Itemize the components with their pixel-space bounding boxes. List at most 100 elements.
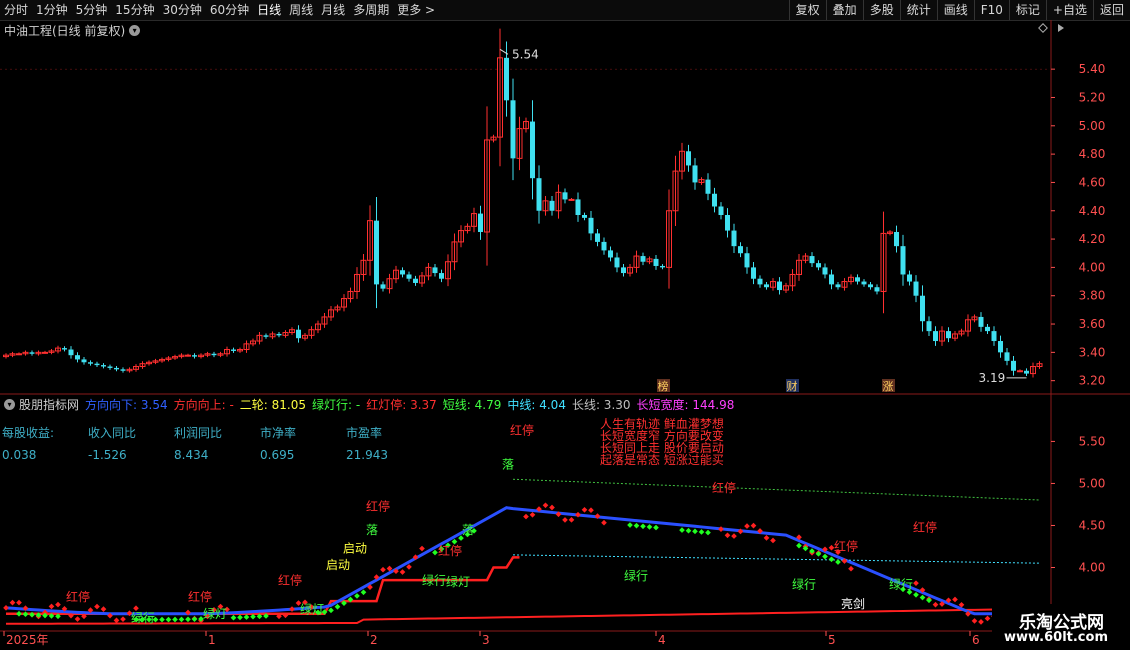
candle-body[interactable] [868, 284, 873, 288]
candle-body[interactable] [510, 100, 516, 159]
candle-body[interactable] [686, 151, 691, 166]
diamond-icon[interactable] [1038, 23, 1048, 33]
red-signal-dot [575, 511, 581, 518]
candle-body[interactable] [913, 281, 919, 296]
candle-body[interactable] [608, 250, 613, 258]
candle-body[interactable] [231, 349, 236, 351]
candle-body[interactable] [562, 192, 568, 200]
candle-body[interactable] [978, 316, 984, 327]
candle-body[interactable] [601, 241, 607, 251]
candle-body[interactable] [101, 365, 106, 367]
candle-body[interactable] [530, 121, 535, 179]
candle-body[interactable] [855, 277, 860, 282]
candle-body[interactable] [907, 274, 912, 282]
candle-body[interactable] [816, 263, 821, 268]
candle-body[interactable] [744, 253, 750, 268]
candle-body[interactable] [595, 233, 600, 242]
candle-body[interactable] [861, 281, 867, 285]
candle-body[interactable] [406, 274, 412, 279]
candle-body[interactable] [374, 220, 379, 285]
candle-body[interactable] [413, 278, 418, 283]
candle-body[interactable] [1004, 352, 1010, 361]
indicator-param-4: 红灯停: 3.37 [366, 398, 437, 412]
candle-body[interactable] [62, 348, 67, 350]
candle-body[interactable] [712, 193, 717, 207]
candle-body[interactable] [621, 267, 626, 274]
signal-label: 亮剑 [841, 596, 865, 611]
indicator-name[interactable]: 股朋指标网 [19, 396, 79, 413]
candle-body[interactable] [757, 278, 763, 285]
candle-body[interactable] [588, 217, 594, 234]
candle-body[interactable] [998, 341, 1003, 353]
candle-body[interactable] [439, 273, 444, 279]
candle-body[interactable] [192, 355, 197, 357]
chevron-down-icon[interactable]: ▾ [4, 399, 15, 410]
candle-body[interactable] [835, 284, 841, 288]
candle-body[interactable] [568, 198, 575, 201]
candle-body[interactable] [504, 57, 509, 101]
candle-body[interactable] [16, 353, 22, 356]
candle-body[interactable] [946, 331, 951, 339]
candle-body[interactable] [894, 231, 899, 247]
candle-body[interactable] [640, 256, 646, 262]
candle-body[interactable] [107, 366, 113, 368]
candle-body[interactable] [88, 362, 93, 364]
candle-body[interactable] [692, 165, 698, 183]
candle-body[interactable] [296, 329, 301, 339]
red-signal-dot [744, 523, 750, 529]
candle-body[interactable] [263, 335, 269, 337]
candle-body[interactable] [75, 355, 80, 360]
candle-body[interactable] [120, 369, 126, 371]
candle-body[interactable] [29, 352, 35, 354]
candle-body[interactable] [653, 258, 659, 266]
candle-body[interactable] [81, 359, 87, 363]
candle-body[interactable] [777, 281, 782, 291]
candle-body[interactable] [42, 351, 48, 354]
candle-body[interactable] [764, 284, 769, 288]
candle-body[interactable] [718, 206, 724, 215]
indicator-title-bar: ▾ 股朋指标网 方向向下: 3.54 方向向上: - 二轮: 81.05 绿灯行: -… [4, 396, 734, 413]
candle-body[interactable] [68, 349, 74, 356]
candle-body[interactable] [829, 274, 834, 285]
candle-body[interactable] [94, 363, 100, 366]
candle-body[interactable] [549, 200, 555, 211]
fin-value: 8.434 [174, 448, 209, 462]
event-badge[interactable]: 涨 [883, 380, 894, 393]
candle-body[interactable] [400, 270, 405, 275]
red-signal-dot [380, 566, 386, 573]
candle-body[interactable] [985, 326, 990, 332]
candle-body[interactable] [478, 213, 483, 232]
candle-body[interactable] [926, 321, 932, 332]
candle-body[interactable] [1017, 370, 1023, 373]
candle-body[interactable] [276, 333, 282, 336]
candle-body[interactable] [920, 295, 925, 322]
candle-body[interactable] [725, 215, 730, 231]
candle-body[interactable] [211, 353, 217, 356]
candle-body[interactable] [185, 354, 191, 357]
candle-body[interactable] [991, 331, 997, 342]
candle-body[interactable] [432, 267, 438, 274]
candle-body[interactable] [751, 267, 756, 279]
candle-body[interactable] [705, 179, 711, 194]
candle-body[interactable] [731, 230, 737, 247]
candle-body[interactable] [614, 257, 620, 268]
event-badge[interactable]: 榜 [658, 379, 669, 393]
candle-body[interactable] [1024, 370, 1029, 374]
green-signal-dot [627, 522, 633, 528]
candle-body[interactable] [1011, 360, 1016, 371]
candle-body[interactable] [536, 178, 542, 211]
candle-body[interactable] [874, 287, 880, 292]
play-icon[interactable] [1058, 24, 1064, 32]
green-signal-dot [640, 523, 646, 530]
candle-body[interactable] [114, 367, 119, 370]
candle-body[interactable] [900, 246, 906, 275]
candle-body[interactable] [933, 331, 938, 342]
candle-body[interactable] [660, 265, 665, 268]
candle-body[interactable] [822, 267, 828, 275]
candle-body[interactable] [809, 256, 815, 264]
event-badge[interactable]: 财 [787, 379, 798, 393]
candle-body[interactable] [380, 284, 386, 289]
candle-body[interactable] [738, 246, 743, 254]
candle-body[interactable] [582, 215, 587, 218]
candle-body[interactable] [575, 199, 581, 215]
